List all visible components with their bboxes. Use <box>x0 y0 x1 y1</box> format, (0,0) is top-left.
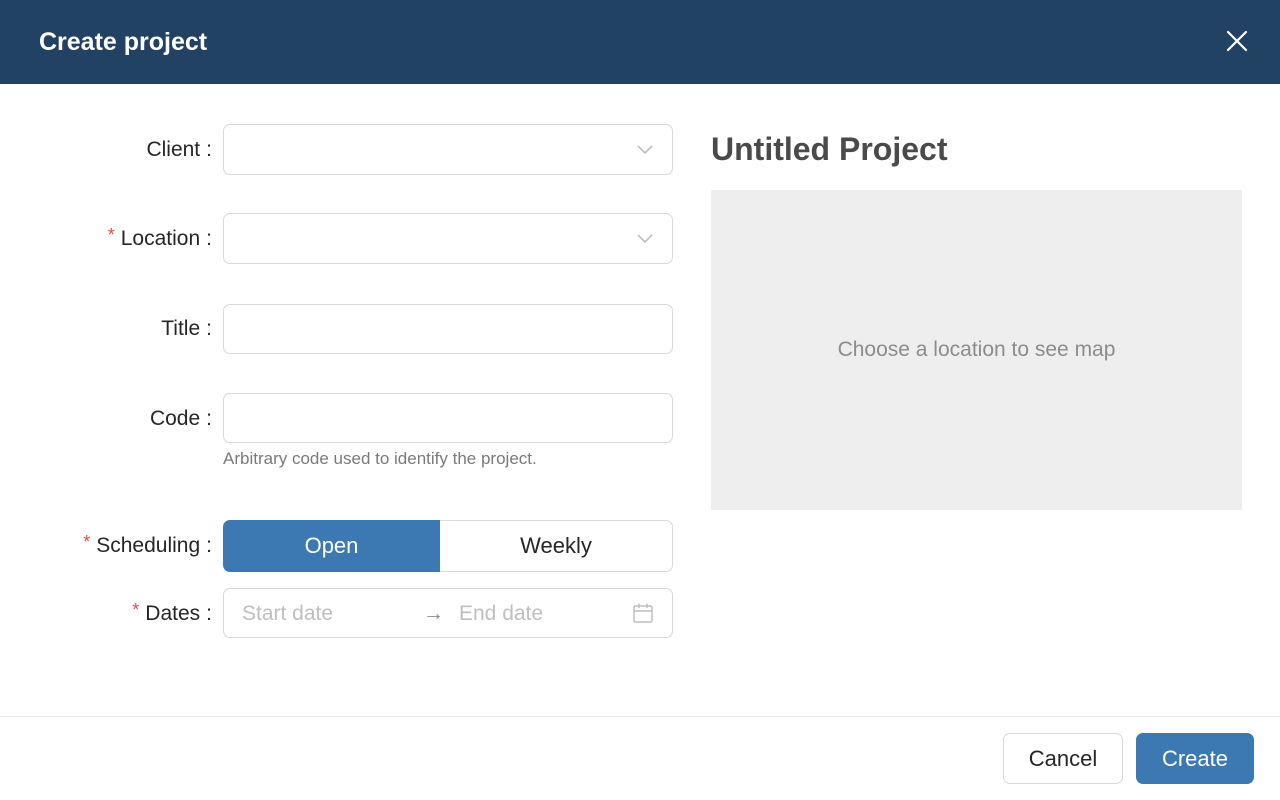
location-label: * Location: <box>108 225 212 252</box>
client-label: Client: <box>146 137 212 163</box>
dialog-header: Create project <box>0 0 1280 84</box>
title-input[interactable] <box>223 304 673 354</box>
project-title-preview: Untitled Project <box>711 131 948 167</box>
label-colon: : <box>206 407 212 430</box>
scheduling-label: * Scheduling: <box>83 532 212 559</box>
required-mark: * <box>107 225 115 245</box>
location-select[interactable] <box>223 213 673 264</box>
code-label-text: Code <box>149 407 201 430</box>
date-range-arrow-icon: → <box>423 602 444 625</box>
scheduling-label-text: Scheduling <box>96 534 201 557</box>
date-range-picker[interactable]: Start date → End date <box>223 588 673 638</box>
required-mark: * <box>83 532 91 552</box>
create-button[interactable]: Create <box>1136 733 1254 784</box>
scheduling-segmented-control: Open Weekly <box>223 520 673 572</box>
title-label: Title: <box>161 316 212 342</box>
client-select[interactable] <box>223 124 673 175</box>
start-date-input[interactable]: Start date <box>242 601 333 627</box>
client-label-text: Client <box>146 138 201 161</box>
footer-divider <box>0 716 1280 717</box>
label-colon: : <box>206 602 212 625</box>
label-colon: : <box>206 317 212 340</box>
close-icon <box>1226 30 1248 52</box>
dates-label-text: Dates <box>145 602 201 625</box>
label-colon: : <box>206 534 212 557</box>
code-label: Code: <box>150 406 212 432</box>
map-placeholder: Choose a location to see map <box>711 190 1242 510</box>
title-label-text: Title <box>161 317 201 340</box>
label-colon: : <box>206 227 212 250</box>
required-mark: * <box>132 600 140 620</box>
scheduling-option-open[interactable]: Open <box>223 520 440 572</box>
map-placeholder-text: Choose a location to see map <box>837 338 1116 361</box>
code-input[interactable] <box>223 393 673 443</box>
chevron-down-icon <box>637 234 653 244</box>
dialog-title: Create project <box>39 28 208 56</box>
scheduling-option-weekly[interactable]: Weekly <box>440 520 673 572</box>
dates-label: * Dates: <box>132 600 212 627</box>
code-help-text: Arbitrary code used to identify the proj… <box>223 449 537 468</box>
chevron-down-icon <box>637 145 653 155</box>
close-button[interactable] <box>1221 25 1253 57</box>
label-colon: : <box>206 138 212 161</box>
calendar-icon <box>633 603 653 623</box>
location-label-text: Location <box>120 227 201 250</box>
end-date-input[interactable]: End date <box>459 601 543 627</box>
cancel-button[interactable]: Cancel <box>1003 733 1123 784</box>
